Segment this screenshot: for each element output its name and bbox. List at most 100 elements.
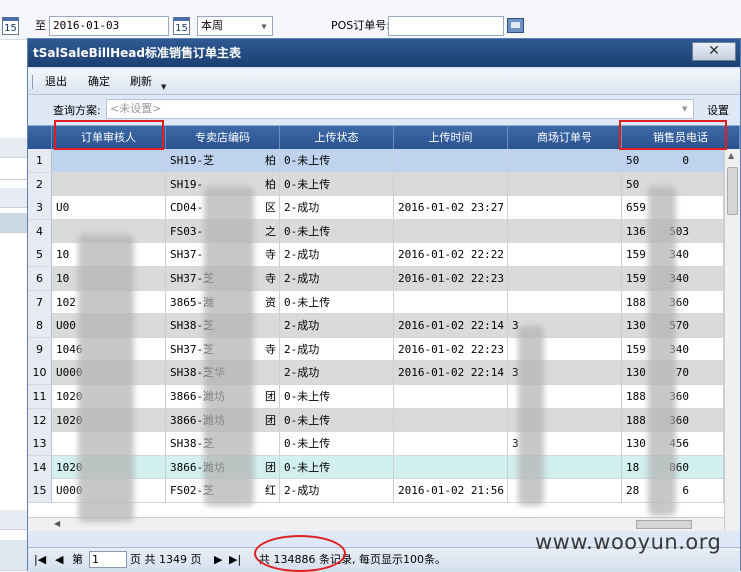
cell-upload-status-text: 2-成功	[284, 319, 320, 333]
cell-store-code[interactable]: SH19-芝 柏	[166, 149, 280, 172]
cell-upload-status[interactable]: 0-未上传	[280, 408, 394, 432]
cell-upload-time[interactable]: 2016-01-02 22:22	[394, 243, 508, 267]
vertical-scrollbar[interactable]: ▲	[724, 149, 740, 531]
column-header-upload-time[interactable]: 上传时间	[394, 126, 508, 149]
cell-upload-status-text: 2-成功	[284, 342, 320, 356]
cell-store-code-text: CD04-	[170, 201, 204, 215]
exit-button[interactable]: 退出	[45, 74, 67, 90]
cell-upload-status[interactable]: 0-未上传	[280, 290, 394, 314]
end-date-input[interactable]: 2016-01-03	[49, 16, 169, 36]
cell-upload-status[interactable]: 2-成功	[280, 314, 394, 338]
background-panel	[0, 540, 27, 571]
cell-upload-status-text: 0-未上传	[284, 437, 331, 451]
cell-upload-status[interactable]: 0-未上传	[280, 385, 394, 408]
cell-sales-phone-text: 130	[626, 319, 646, 333]
scroll-up-icon[interactable]: ▲	[728, 151, 734, 160]
cell-upload-time[interactable]	[394, 432, 508, 456]
calendar-icon[interactable]: 15	[173, 17, 190, 35]
cell-mall-order[interactable]	[508, 219, 622, 243]
cell-upload-time[interactable]	[394, 408, 508, 432]
close-button[interactable]: ✕	[692, 42, 736, 61]
last-page-icon[interactable]: ▶|	[229, 553, 241, 567]
cell-upload-status-text: 2-成功	[284, 201, 320, 215]
row-number: 9	[28, 337, 52, 361]
cell-sales-phone[interactable]: 50 0	[622, 149, 724, 172]
confirm-button[interactable]: 确定	[88, 74, 110, 90]
cell-mall-order[interactable]	[508, 243, 622, 267]
cell-reviewer[interactable]	[52, 172, 166, 196]
cell-upload-time[interactable]	[394, 455, 508, 479]
cell-upload-time[interactable]	[394, 290, 508, 314]
cell-upload-time[interactable]: 2016-01-02 22:23	[394, 267, 508, 290]
chevron-down-icon[interactable]: ▼	[682, 105, 687, 113]
cell-reviewer-text: U0	[56, 201, 70, 215]
cell-mall-order[interactable]	[508, 196, 622, 220]
cell-mall-order[interactable]	[508, 267, 622, 290]
period-select[interactable]: 本周 ▼	[197, 16, 273, 36]
chevron-down-icon[interactable]: ▼	[161, 83, 166, 91]
cell-upload-time[interactable]	[394, 385, 508, 408]
cell-upload-time[interactable]: 2016-01-02 22:14	[394, 314, 508, 338]
highlight-ellipse-total	[254, 535, 346, 572]
cell-upload-status[interactable]: 0-未上传	[280, 455, 394, 479]
period-value: 本周	[201, 19, 223, 32]
cell-upload-time[interactable]	[394, 172, 508, 196]
page-number-input[interactable]: 1	[89, 551, 127, 568]
cell-upload-status[interactable]: 0-未上传	[280, 172, 394, 196]
redaction-blur	[204, 186, 254, 506]
scroll-left-icon[interactable]: ◀	[54, 519, 60, 528]
pos-lookup-button[interactable]	[507, 18, 524, 33]
scroll-thumb[interactable]	[727, 167, 738, 215]
cell-mall-order[interactable]	[508, 290, 622, 314]
cell-upload-status[interactable]: 2-成功	[280, 337, 394, 361]
cell-upload-status[interactable]: 2-成功	[280, 243, 394, 267]
table-row[interactable]: 3 U0 CD04- 区 2-成功 2016-01-02 23:27 659	[28, 196, 724, 220]
scroll-thumb[interactable]	[636, 520, 692, 529]
refresh-button[interactable]: 刷新	[130, 74, 152, 90]
next-page-icon[interactable]: ▶	[214, 553, 222, 567]
cell-upload-status[interactable]: 0-未上传	[280, 219, 394, 243]
cell-store-code-tail: 团	[265, 413, 276, 427]
pos-order-input[interactable]	[388, 16, 504, 36]
cell-upload-status[interactable]: 2-成功	[280, 479, 394, 503]
cell-sales-phone-tail: 0	[682, 154, 689, 167]
cell-upload-time[interactable]: 2016-01-02 22:14	[394, 361, 508, 385]
cell-sales-phone-text: 18	[626, 460, 640, 474]
column-header-store-code[interactable]: 专卖店编码	[166, 126, 280, 149]
cell-upload-status[interactable]: 0-未上传	[280, 432, 394, 456]
cell-upload-time-text: 2016-01-02 22:14	[398, 366, 504, 380]
calendar-icon[interactable]: 15	[2, 17, 19, 35]
cell-upload-time[interactable]: 2016-01-02 23:27	[394, 196, 508, 220]
cell-mall-order[interactable]	[508, 172, 622, 196]
toolbar-separator	[32, 75, 33, 89]
cell-store-code-text: SH19-芝	[170, 154, 215, 167]
cell-upload-status[interactable]: 0-未上传	[280, 149, 394, 172]
cell-reviewer[interactable]: U0	[52, 196, 166, 220]
orders-table: 订单审核人 专卖店编码 上传状态 上传时间 商场订单号 销售员电话 1 SH19-…	[28, 125, 740, 531]
cell-mall-order[interactable]	[508, 149, 622, 172]
cell-upload-status-text: 2-成功	[284, 484, 320, 498]
table-row[interactable]: 2 SH19- 柏 0-未上传 50	[28, 172, 724, 197]
cell-upload-status-text: 0-未上传	[284, 224, 331, 238]
cell-upload-status[interactable]: 2-成功	[280, 196, 394, 220]
cell-upload-time[interactable]: 2016-01-02 22:23	[394, 337, 508, 361]
date-to-label: 至	[35, 19, 46, 32]
prev-page-icon[interactable]: ◀	[55, 553, 63, 567]
cell-upload-time[interactable]: 2016-01-02 21:56	[394, 479, 508, 503]
table-row[interactable]: 1 SH19-芝 柏 0-未上传 50 0	[28, 149, 724, 173]
cell-upload-time[interactable]	[394, 149, 508, 172]
first-page-icon[interactable]: |◀	[34, 553, 46, 567]
chevron-down-icon[interactable]: ▼	[257, 18, 271, 36]
query-scheme-select[interactable]: <未设置>	[106, 99, 694, 119]
cell-upload-status[interactable]: 2-成功	[280, 267, 394, 290]
highlight-box-reviewer	[54, 120, 164, 150]
column-header-upload-status[interactable]: 上传状态	[280, 126, 394, 149]
column-header-mall-order[interactable]: 商场订单号	[508, 126, 622, 149]
cell-upload-time[interactable]	[394, 219, 508, 243]
row-number: 11	[28, 385, 52, 408]
cell-reviewer[interactable]	[52, 149, 166, 172]
cell-reviewer-text: 10	[56, 248, 70, 262]
settings-button[interactable]: 设置	[707, 102, 729, 118]
cell-upload-status[interactable]: 2-成功	[280, 361, 394, 385]
cell-sales-phone-text: 159	[626, 272, 646, 285]
